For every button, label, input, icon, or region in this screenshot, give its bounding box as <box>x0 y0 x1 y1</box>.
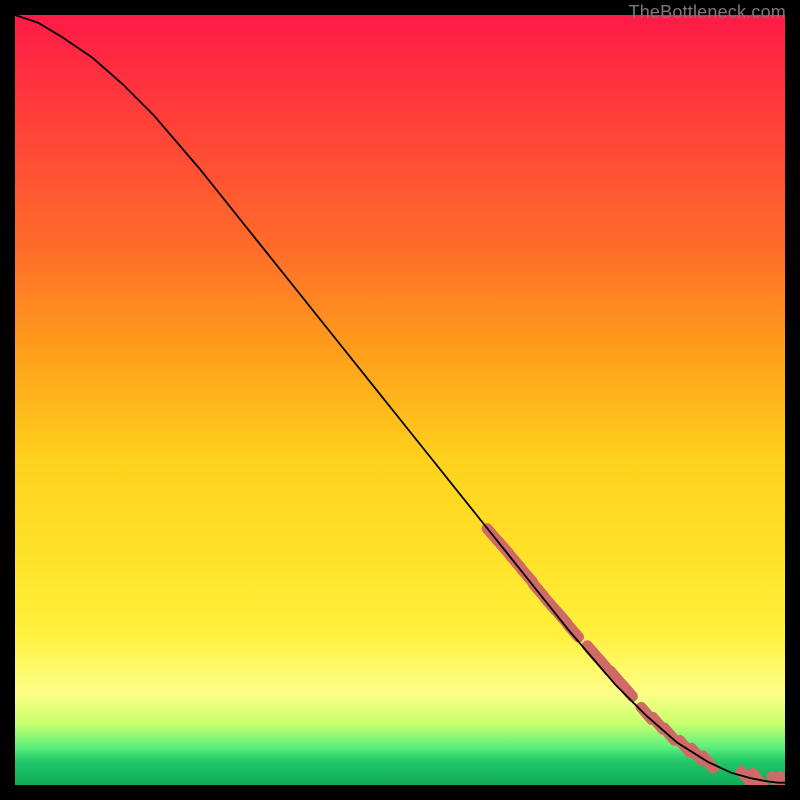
chart-svg <box>15 15 785 785</box>
plot-area <box>15 15 785 785</box>
chart-stage: TheBottleneck.com <box>0 0 800 800</box>
chart-marker <box>622 684 632 696</box>
chart-curve <box>15 15 785 783</box>
chart-marker <box>780 777 785 785</box>
source-attribution: TheBottleneck.com <box>629 2 786 23</box>
markers-group <box>487 529 785 785</box>
